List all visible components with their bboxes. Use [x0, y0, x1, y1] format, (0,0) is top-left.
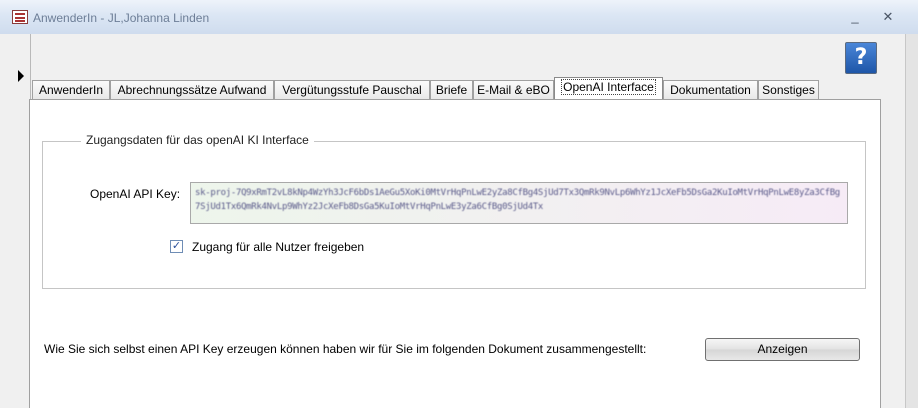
- scrollbar[interactable]: [905, 34, 918, 408]
- tab-openai-interface[interactable]: OpenAI Interface: [554, 77, 663, 100]
- show-document-button[interactable]: Anzeigen: [705, 338, 860, 361]
- tab-email-ebo[interactable]: E-Mail & eBO: [473, 80, 554, 99]
- record-selector[interactable]: [0, 34, 31, 408]
- credentials-group-caption: Zugangsdaten für das openAI KI Interface: [81, 133, 314, 147]
- api-key-field[interactable]: sk-proj-7Q9xRmT2vL8kNp4WzYh3JcF6bDs1AeGu…: [190, 182, 848, 224]
- tab-briefe[interactable]: Briefe: [430, 80, 473, 99]
- title-bar: AnwenderIn - JL,Johanna Linden _ ✕: [0, 0, 918, 35]
- help-button[interactable]: ?: [845, 42, 877, 74]
- api-key-info-text: Wie Sie sich selbst einen API Key erzeug…: [44, 342, 647, 356]
- tab-abrechnungssaetze-aufwand[interactable]: Abrechnungssätze Aufwand: [110, 80, 274, 99]
- api-key-value: sk-proj-7Q9xRmT2vL8kNp4WzYh3JcF6bDs1AeGu…: [195, 188, 840, 212]
- share-access-checkbox[interactable]: ✓: [170, 240, 183, 253]
- current-record-arrow-icon: [18, 70, 24, 82]
- tab-sonstiges[interactable]: Sonstiges: [758, 80, 819, 99]
- checkmark-icon: ✓: [171, 240, 182, 252]
- close-button[interactable]: ✕: [879, 8, 897, 26]
- tab-dokumentation[interactable]: Dokumentation: [663, 80, 758, 99]
- minimize-button[interactable]: _: [846, 8, 864, 26]
- form-icon: [12, 10, 28, 24]
- api-key-label: OpenAI API Key:: [90, 187, 181, 201]
- window-title: AnwenderIn - JL,Johanna Linden: [33, 11, 210, 25]
- tab-anwenderin[interactable]: AnwenderIn: [32, 80, 110, 99]
- share-access-label[interactable]: Zugang für alle Nutzer freigeben: [192, 240, 364, 254]
- tab-verguetungsstufe-pauschal[interactable]: Vergütungsstufe Pauschal: [274, 80, 430, 99]
- tab-panel-openai: Zugangsdaten für das openAI KI Interface…: [29, 99, 881, 408]
